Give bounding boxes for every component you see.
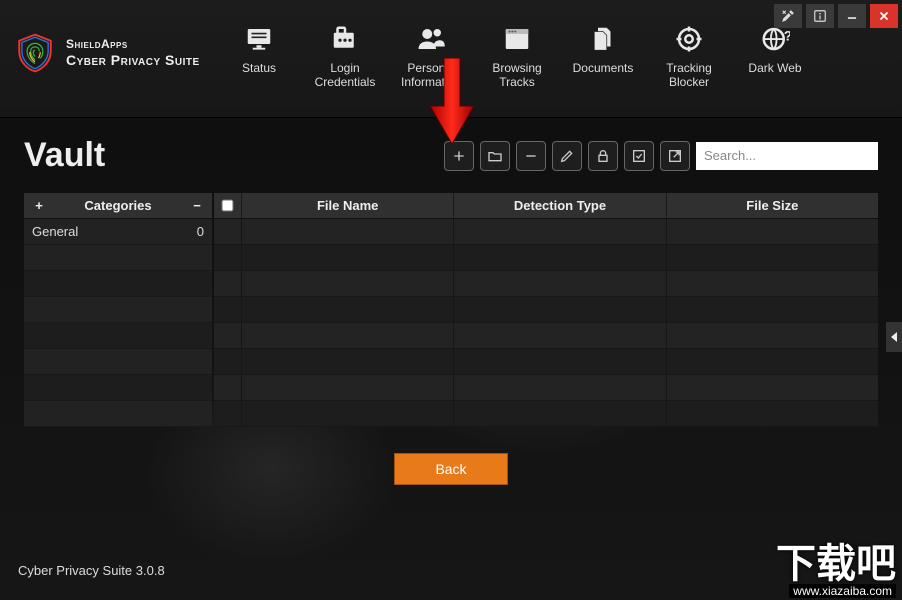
table-row[interactable] [214, 245, 878, 271]
close-button[interactable] [870, 4, 898, 28]
page-content: Vault + Categories − General 0 [0, 118, 902, 485]
checklist-button[interactable] [624, 141, 654, 171]
col-filesize[interactable]: File Size [667, 193, 878, 218]
categories-header: + Categories − [24, 193, 212, 219]
window-controls [774, 4, 898, 28]
table-row[interactable] [214, 401, 878, 427]
category-name: General [32, 224, 78, 239]
table-row[interactable] [214, 271, 878, 297]
grid-header: File Name Detection Type File Size [214, 193, 878, 219]
browser-icon [502, 22, 532, 56]
open-folder-button[interactable] [480, 141, 510, 171]
table-row[interactable] [214, 375, 878, 401]
vault-toolbar [444, 141, 878, 171]
col-filename[interactable]: File Name [242, 193, 454, 218]
category-empty-row [24, 349, 212, 375]
svg-text:?: ? [784, 28, 790, 43]
watermark-text: 下载吧 [776, 544, 896, 584]
brand-name-line1: ShieldApps [66, 38, 200, 52]
people-icon [416, 22, 446, 56]
category-empty-row [24, 323, 212, 349]
category-empty-row [24, 297, 212, 323]
page-title: Vault [24, 136, 105, 175]
documents-icon [588, 22, 618, 56]
category-empty-row [24, 401, 212, 427]
nav-status[interactable]: Status [220, 22, 298, 92]
nav-documents[interactable]: Documents [564, 22, 642, 92]
category-row[interactable]: General 0 [24, 219, 212, 245]
category-empty-row [24, 375, 212, 401]
edit-button[interactable] [552, 141, 582, 171]
nav-tracking-blocker[interactable]: Tracking Blocker [650, 22, 728, 92]
table-row[interactable] [214, 323, 878, 349]
vault-table: + Categories − General 0 File Name Detec… [24, 193, 878, 427]
export-button[interactable] [660, 141, 690, 171]
col-detection-type[interactable]: Detection Type [454, 193, 666, 218]
brand-name-line2: Cyber Privacy Suite [66, 52, 200, 68]
nav-login-credentials[interactable]: Login Credentials [306, 22, 384, 92]
search-input[interactable] [696, 142, 878, 170]
settings-icon[interactable] [774, 4, 802, 28]
category-collapse-button[interactable]: − [190, 198, 204, 213]
category-expand-button[interactable]: + [32, 198, 46, 213]
category-empty-row [24, 271, 212, 297]
nav-browsing-tracks[interactable]: Browsing Tracks [478, 22, 556, 92]
table-row[interactable] [214, 219, 878, 245]
nav-dark-web[interactable]: ? Dark Web [736, 22, 814, 92]
remove-button[interactable] [516, 141, 546, 171]
categories-pane: + Categories − General 0 [24, 193, 212, 427]
grid-body [214, 219, 878, 427]
lock-button[interactable] [588, 141, 618, 171]
info-icon[interactable] [806, 4, 834, 28]
file-grid: File Name Detection Type File Size [214, 193, 878, 427]
table-row[interactable] [214, 297, 878, 323]
select-all-checkbox[interactable] [214, 193, 242, 218]
watermark: 下载吧 www.xiazaiba.com [776, 544, 896, 598]
category-empty-row [24, 245, 212, 271]
brand: ShieldApps Cyber Privacy Suite [0, 0, 220, 74]
monitor-icon [244, 22, 274, 56]
target-icon [674, 22, 704, 56]
side-panel-toggle[interactable] [886, 322, 902, 352]
brand-logo [14, 32, 56, 74]
version-label: Cyber Privacy Suite 3.0.8 [18, 563, 165, 578]
table-row[interactable] [214, 349, 878, 375]
watermark-url: www.xiazaiba.com [789, 584, 896, 598]
annotation-arrow-icon [430, 58, 474, 147]
back-button[interactable]: Back [394, 453, 508, 485]
credentials-icon [330, 22, 360, 56]
minimize-button[interactable] [838, 4, 866, 28]
category-count: 0 [197, 224, 204, 239]
